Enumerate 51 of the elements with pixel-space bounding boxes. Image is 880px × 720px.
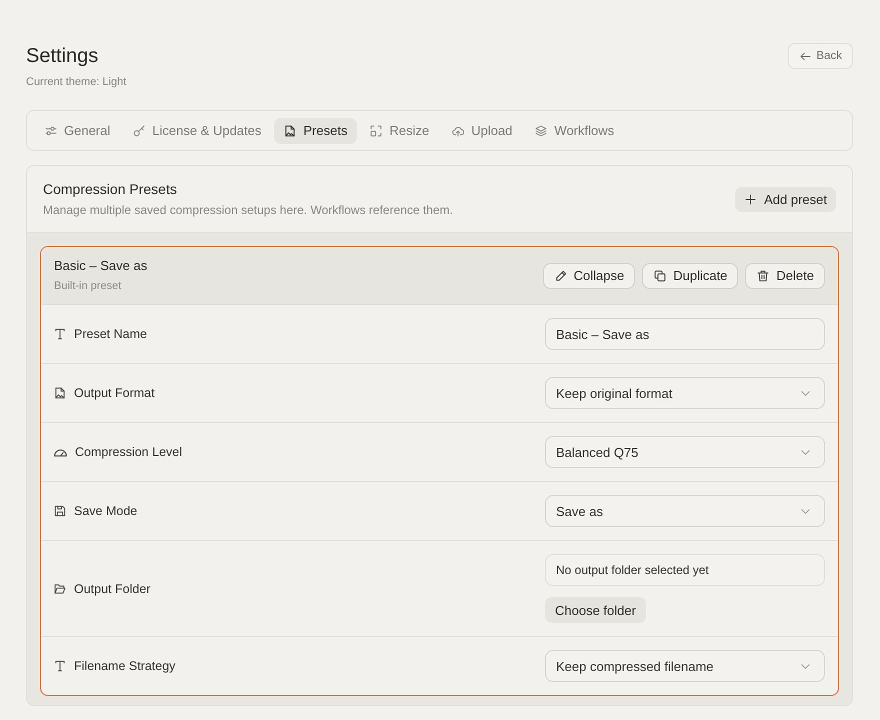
key-icon (133, 124, 146, 136)
settings-tab[interactable]: General (35, 118, 120, 144)
plus-icon (745, 194, 756, 204)
text-input-field[interactable]: Basic – Save as (545, 318, 825, 350)
settings-tab[interactable]: Upload (442, 118, 522, 144)
chevron-down-icon (801, 390, 810, 396)
settings-tab[interactable]: License & Updates (123, 118, 272, 144)
preset-action-button[interactable]: Collapse (542, 262, 636, 288)
preset-action-button[interactable]: Delete (745, 262, 825, 288)
sliders-icon (45, 124, 57, 136)
add-preset-button[interactable]: Add preset (735, 186, 836, 212)
copy-icon (654, 270, 666, 282)
dropdown-field[interactable]: Save as (545, 495, 825, 527)
file-image-icon (54, 387, 66, 399)
choose-folder-button[interactable]: Choose folder (545, 597, 646, 623)
dropdown-field[interactable]: Keep original format (545, 377, 825, 409)
page-title: Settings (26, 44, 100, 69)
text-icon (54, 328, 66, 340)
preset-action-button[interactable]: Duplicate (642, 262, 738, 288)
field-label: Output Format (74, 386, 155, 400)
preset-title: Basic – Save as (54, 258, 148, 274)
settings-tab[interactable]: Resize (360, 118, 440, 144)
dropdown-field[interactable]: Keep compressed filename (545, 650, 825, 682)
field-label: Filename Strategy (74, 659, 176, 673)
arrow-left-icon (800, 50, 812, 62)
field-label: Save Mode (74, 504, 138, 518)
text-icon (54, 660, 66, 672)
field-label: Preset Name (74, 327, 147, 341)
floppy-disk-icon (54, 505, 66, 517)
folder-icon (54, 582, 66, 594)
chevron-down-icon (801, 508, 810, 514)
chevron-down-icon (801, 450, 810, 454)
trash-icon (757, 270, 770, 282)
cloud-upload-icon (452, 124, 464, 136)
section-title: Compression Presets (43, 180, 178, 198)
gauge-icon (54, 448, 67, 456)
pencil-icon (554, 270, 567, 282)
preset-subtitle: Built-in preset (54, 279, 122, 293)
resize-frame-icon (370, 124, 382, 136)
back-button[interactable]: Back (788, 43, 853, 69)
field-label: Compression Level (75, 445, 182, 459)
folder-path-field[interactable]: No output folder selected yet (545, 554, 825, 586)
settings-tab[interactable]: Presets (274, 118, 358, 144)
file-image-icon (284, 124, 296, 136)
dropdown-field[interactable]: Balanced Q75 (545, 436, 825, 468)
section-description: Manage multiple saved compression setups here. Workflows reference them. (43, 203, 453, 218)
theme-subtitle: Current theme: Light (26, 75, 126, 89)
layers-icon (535, 124, 548, 136)
field-label: Output Folder (74, 582, 150, 596)
settings-tab[interactable]: Workflows (525, 118, 624, 144)
chevron-down-icon (801, 664, 810, 668)
